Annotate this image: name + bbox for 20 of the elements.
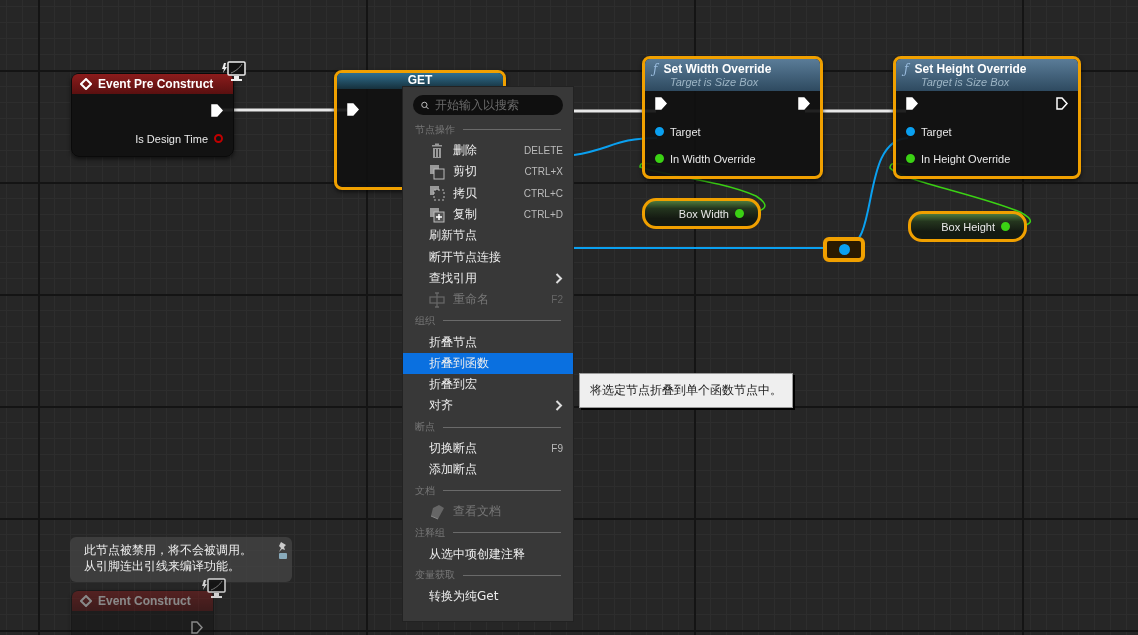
comment-text: 从引脚连出引线来编译功能。 bbox=[84, 558, 241, 574]
node-title: GET bbox=[407, 73, 433, 87]
pin-label: Box Width bbox=[678, 207, 729, 220]
node-subtitle: Target is Size Box bbox=[920, 76, 1011, 88]
comment-text: 此节点被禁用，将不会被调用。 bbox=[84, 542, 253, 558]
node-title: Event Pre Construct bbox=[98, 77, 214, 91]
pin-label: Target bbox=[921, 125, 952, 138]
pin-label: In Height Override bbox=[921, 152, 1011, 165]
pin-label: Target bbox=[670, 125, 701, 138]
function-icon: ƒ bbox=[904, 62, 909, 76]
node-title: Set Height Override bbox=[914, 62, 1027, 76]
pin-label: Box Height bbox=[941, 220, 995, 233]
tooltip: 将选定节点折叠到单个函数节点中。 bbox=[579, 373, 793, 408]
node-subtitle: Target is Size Box bbox=[669, 76, 760, 88]
node-title: Event Construct bbox=[98, 594, 191, 608]
node-title: Set Width Override bbox=[663, 62, 772, 76]
section-heading: 文档 bbox=[415, 483, 435, 498]
pin-label: In Width Override bbox=[670, 152, 756, 165]
function-icon: ƒ bbox=[653, 62, 658, 76]
pin-label: Is Design Time bbox=[135, 132, 208, 145]
